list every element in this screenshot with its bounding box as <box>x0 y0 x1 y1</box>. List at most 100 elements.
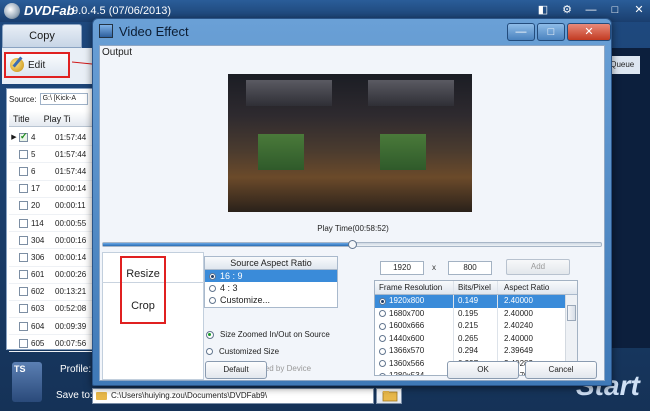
resolution-value: 1680x700 <box>389 308 425 318</box>
title-checkbox[interactable] <box>19 270 28 280</box>
app-window-controls: ◧ ⚙ — □ ✕ <box>536 3 646 17</box>
title-checkbox[interactable] <box>19 304 28 314</box>
preview-frame-right <box>350 74 472 212</box>
sar-option[interactable]: 16 : 9 <box>205 270 337 282</box>
default-button[interactable]: Default <box>205 361 267 379</box>
title-row[interactable]: 605 00:07:56 <box>9 335 95 353</box>
resolution-radio[interactable] <box>379 347 386 355</box>
close-icon[interactable]: ✕ <box>632 3 646 17</box>
tabs-highlight-box <box>120 256 166 324</box>
option-customized-size-label: Customized Size <box>219 347 280 356</box>
dialog-titlebar[interactable]: Video Effect — □ ✕ <box>93 19 611 45</box>
app-logo-icon <box>4 3 20 19</box>
seek-thumb[interactable] <box>348 240 357 249</box>
table-row[interactable]: 1920x800 0.149 2.40000 <box>375 295 577 308</box>
title-row[interactable]: 6 01:57:44 <box>9 163 95 181</box>
resolution-radio[interactable] <box>379 297 386 305</box>
title-checkbox[interactable] <box>19 166 28 176</box>
table-row[interactable]: 1440x600 0.265 2.40000 <box>375 332 577 345</box>
option-size-zoomed[interactable]: Size Zoomed In/Out on Source <box>206 330 330 339</box>
title-playtime: 00:07:56 <box>55 338 87 348</box>
source-row: Source: G:\ [Kick-A <box>9 93 88 105</box>
edit-button[interactable]: Edit <box>4 52 70 78</box>
settings-icon[interactable]: ⚙ <box>560 3 574 17</box>
source-select[interactable]: G:\ [Kick-A <box>39 93 88 105</box>
sar-option[interactable]: Customize... <box>205 294 337 306</box>
col-aspect-ratio[interactable]: Aspect Ratio <box>497 281 567 294</box>
col-frame-resolution[interactable]: Frame Resolution <box>375 281 453 294</box>
folder-icon[interactable] <box>380 388 400 404</box>
title-row[interactable]: 602 00:13:21 <box>9 284 95 301</box>
sar-radio[interactable] <box>209 272 216 280</box>
title-row[interactable]: 5 01:57:44 <box>9 146 95 164</box>
title-checkbox[interactable] <box>19 218 28 228</box>
col-title[interactable]: Title <box>9 111 30 126</box>
title-checkbox[interactable] <box>19 338 28 348</box>
title-number: 605 <box>31 338 45 348</box>
cancel-button[interactable]: Cancel <box>525 361 597 379</box>
sar-option-label: 16 : 9 <box>220 271 243 281</box>
dialog-maximize-icon[interactable]: □ <box>537 23 565 41</box>
title-number: 602 <box>31 287 45 297</box>
sar-radio[interactable] <box>209 296 216 304</box>
title-checkbox[interactable] <box>19 184 28 194</box>
minimize-icon[interactable]: — <box>584 3 598 17</box>
seek-slider[interactable] <box>102 240 602 249</box>
resolution-radio[interactable] <box>379 360 386 368</box>
title-checkbox[interactable] <box>19 149 28 159</box>
resolution-radio[interactable] <box>379 322 386 330</box>
title-row[interactable]: 601 00:00:26 <box>9 267 95 284</box>
title-row[interactable]: 20 00:00:11 <box>9 198 95 215</box>
dialog-close-icon[interactable]: ✕ <box>567 23 611 41</box>
maximize-icon[interactable]: □ <box>608 3 622 17</box>
title-row[interactable]: 17 00:00:14 <box>9 181 95 198</box>
resolution-radio[interactable] <box>379 335 386 343</box>
title-number: 604 <box>31 321 45 331</box>
title-checkbox[interactable] <box>19 287 28 297</box>
ok-button[interactable]: OK <box>447 361 519 379</box>
resolution-radio[interactable] <box>379 310 386 318</box>
title-row[interactable]: 603 00:52:08 <box>9 301 95 319</box>
title-playtime: 00:00:14 <box>55 184 87 194</box>
title-checkbox[interactable] <box>19 321 28 331</box>
saveto-path-input[interactable]: C:\Users\huiying.zou\Documents\DVDFab9\ <box>92 388 374 404</box>
menu-icon[interactable]: ◧ <box>536 3 550 17</box>
cell-aspect-ratio: 2.40000 <box>497 332 567 345</box>
title-checkbox[interactable] <box>19 201 28 211</box>
sar-option[interactable]: 4 : 3 <box>205 282 337 294</box>
tab-copy[interactable]: Copy <box>2 24 82 48</box>
height-input[interactable]: 800 <box>448 261 492 275</box>
radio-customized-size[interactable] <box>206 348 213 355</box>
resolution-scroll-thumb[interactable] <box>567 305 576 321</box>
add-button[interactable]: Add <box>506 259 570 275</box>
dialog-minimize-icon[interactable]: — <box>507 23 535 41</box>
title-number: 17 <box>31 184 40 194</box>
cell-aspect-ratio: 2.39649 <box>497 345 567 358</box>
table-row[interactable]: 1366x570 0.294 2.39649 <box>375 345 577 358</box>
resolution-radio[interactable] <box>379 372 386 375</box>
title-checkbox[interactable] <box>19 131 28 142</box>
resolution-value: 1440x600 <box>389 333 425 343</box>
title-row[interactable]: 306 00:00:14 <box>9 249 95 267</box>
title-list-header: Title Play Ti <box>9 111 95 127</box>
title-number: 20 <box>31 201 40 211</box>
table-row[interactable]: 1680x700 0.195 2.40000 <box>375 307 577 320</box>
cell-aspect-ratio: 2.40000 <box>497 307 567 320</box>
radio-size-zoomed[interactable] <box>206 330 214 339</box>
sar-radio[interactable] <box>209 284 216 292</box>
x-separator: x <box>432 263 436 272</box>
option-customized-size[interactable]: Customized Size <box>206 347 279 356</box>
col-bits-pixel[interactable]: Bits/Pixel <box>453 281 497 294</box>
title-number: 6 <box>31 166 36 176</box>
title-checkbox[interactable] <box>19 235 28 245</box>
col-playtime[interactable]: Play Ti <box>30 111 71 126</box>
title-number: 601 <box>31 270 45 280</box>
table-row[interactable]: 1600x666 0.215 2.40240 <box>375 320 577 333</box>
dialog-title: Video Effect <box>119 24 189 39</box>
title-checkbox[interactable] <box>19 252 28 262</box>
title-row[interactable]: 604 00:09:39 <box>9 318 95 336</box>
width-input[interactable]: 1920 <box>380 261 424 275</box>
title-row[interactable]: 304 00:00:16 <box>9 232 95 250</box>
title-row[interactable]: 114 00:00:55 <box>9 215 95 233</box>
title-row[interactable]: ▶ 4 01:57:44 <box>9 129 95 147</box>
